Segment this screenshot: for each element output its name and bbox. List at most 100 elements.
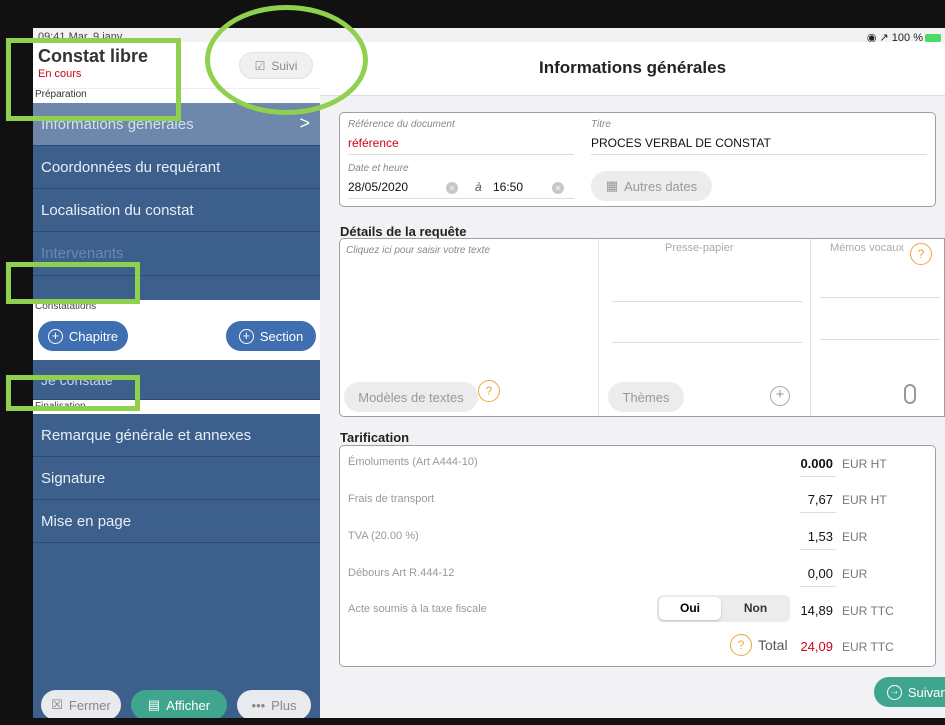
sidebar-item-label: Coordonnées du requérant (41, 158, 221, 176)
date-underline (348, 198, 574, 199)
tarif-row-unit: EUR HT (842, 457, 887, 471)
main-header: Informations générales (320, 42, 945, 96)
tarif-card: Émoluments (Art A444-10) 0.000 EUR HT Fr… (339, 445, 936, 667)
memos-header: Mémos vocaux (830, 242, 904, 254)
add-theme-icon[interactable]: + (770, 386, 790, 406)
calendar-icon: ▦ (605, 178, 619, 193)
details-card: Cliquez ici pour saisir votre texte Pres… (339, 238, 945, 417)
section-label: Section (259, 328, 304, 344)
sidebar-item-label: Intervenants (41, 245, 124, 262)
clipboard-line (612, 342, 802, 343)
chevron-right-icon: > (299, 113, 310, 133)
sidebar-item-coordonnees[interactable]: Coordonnées du requérant (33, 146, 320, 189)
highlight-box (6, 262, 140, 304)
constatations-actions: + Chapitre + Section (33, 314, 320, 360)
divider (810, 239, 811, 416)
tarif-title: Tarification (340, 430, 410, 445)
suivant-label: Suivant (907, 684, 945, 700)
a-label: à (475, 180, 482, 194)
afficher-label: Afficher (166, 697, 211, 713)
tarif-row-value: 1,53 (807, 529, 833, 544)
clear-time-icon[interactable]: × (552, 182, 564, 194)
plus-circle-icon: + (47, 328, 63, 344)
time-input[interactable]: 16:50 (493, 180, 523, 194)
tarif-row-label: Émoluments (Art A444-10) (348, 456, 478, 468)
divider (598, 239, 599, 416)
clear-date-icon[interactable]: × (446, 182, 458, 194)
memo-line (820, 297, 940, 298)
sidebar-item-label: Localisation du constat (41, 201, 194, 219)
modeles-button[interactable]: Modèles de textes (344, 382, 478, 412)
tarif-row-label: Acte soumis à la taxe fiscale (348, 603, 487, 615)
date-label: Date et heure (348, 163, 409, 174)
sidebar-item-label: Signature (41, 469, 106, 487)
themes-label: Thèmes (622, 389, 670, 405)
date-input[interactable]: 28/05/2020 (348, 180, 408, 194)
sidebar-item-mise-en-page[interactable]: Mise en page (33, 500, 320, 543)
arrow-right-circle-icon: → (886, 684, 902, 700)
tarif-row-value: 14,89 (800, 603, 833, 618)
help-icon[interactable]: ? (478, 380, 500, 402)
ref-label: Référence du document (348, 119, 455, 130)
oui-option[interactable]: Oui (659, 597, 721, 620)
sidebar-item-signature[interactable]: Signature (33, 457, 320, 500)
afficher-button[interactable]: ▤ Afficher (131, 690, 227, 718)
tarif-row-value[interactable]: 7,67 (763, 492, 833, 507)
plus-button[interactable]: ••• Plus (237, 690, 311, 718)
plus-label: Plus (271, 697, 297, 713)
tarif-underline (800, 512, 836, 513)
microphone-icon[interactable] (904, 384, 916, 404)
sidebar-item-label: Remarque générale et annexes (41, 426, 252, 444)
add-section-button[interactable]: + Section (226, 321, 316, 351)
general-info-card: Référence du document référence Titre PR… (339, 112, 936, 207)
tarif-underline (800, 476, 836, 477)
tarif-row-label: Débours Art R.444-12 (348, 567, 455, 579)
fermer-button[interactable]: ☒ Fermer (41, 690, 121, 718)
help-icon[interactable]: ? (910, 243, 932, 265)
autres-dates-button[interactable]: ▦ Autres dates (591, 171, 712, 201)
tarif-row-unit: EUR (842, 567, 868, 581)
tarif-row-unit: EUR TTC (842, 604, 894, 618)
tarif-row-label: Frais de transport (348, 493, 435, 505)
ref-underline (348, 154, 574, 155)
chapitre-label: Chapitre (68, 328, 119, 344)
plus-circle-icon: + (238, 328, 254, 344)
presse-papier-header: Presse-papier (665, 242, 734, 254)
sidebar-item-label: Mise en page (41, 512, 132, 530)
clipboard-line (612, 301, 802, 302)
sidebar-item-remarque[interactable]: Remarque générale et annexes (33, 414, 320, 457)
ref-input[interactable]: référence (348, 136, 399, 150)
highlight-box (6, 38, 181, 121)
themes-button[interactable]: Thèmes (608, 382, 684, 412)
add-chapitre-button[interactable]: + Chapitre (38, 321, 128, 351)
titre-underline (591, 154, 927, 155)
tarif-row-value[interactable]: 0.000 (763, 456, 833, 471)
tarif-underline (800, 549, 836, 550)
autres-dates-label: Autres dates (624, 178, 698, 194)
highlight-box (6, 375, 140, 411)
tarif-row-value[interactable]: 0,00 (763, 566, 833, 581)
tarif-row-unit: EUR (842, 530, 868, 544)
sidebar-footer: ☒ Fermer ▤ Afficher ••• Plus (33, 662, 320, 718)
memo-line (820, 339, 940, 340)
tarif-row-label: TVA (20.00 %) (348, 530, 419, 542)
screen: 09:41 Mar. 9 janv. ◉ ↗ 100 % Constat lib… (33, 28, 945, 718)
highlight-ellipse (205, 5, 368, 115)
details-textarea[interactable]: Cliquez ici pour saisir votre texte (346, 245, 490, 256)
details-title: Détails de la requête (340, 224, 467, 239)
total-value: 24,09 (800, 639, 833, 654)
tarif-row-unit: EUR HT (842, 493, 887, 507)
modeles-label: Modèles de textes (358, 389, 464, 405)
battery-icon (925, 34, 941, 43)
tarif-underline (800, 586, 836, 587)
total-unit: EUR TTC (842, 640, 894, 654)
titre-input[interactable]: PROCES VERBAL DE CONSTAT (591, 136, 771, 150)
more-dots-icon: ••• (251, 697, 266, 713)
close-square-icon: ☒ (51, 697, 63, 712)
document-icon: ▤ (147, 697, 161, 712)
help-icon[interactable]: ? (730, 634, 752, 656)
titre-label: Titre (591, 119, 611, 130)
sidebar-item-localisation[interactable]: Localisation du constat (33, 189, 320, 232)
suivant-button[interactable]: → Suivant (874, 677, 945, 707)
main-panel: Informations générales Référence du docu… (320, 42, 945, 718)
